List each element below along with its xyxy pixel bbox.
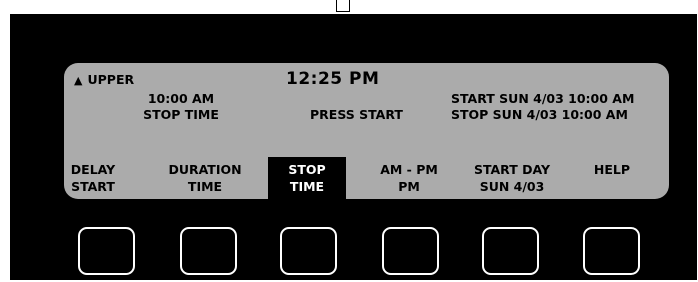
start-schedule: START SUN 4/03 10:00 AM: [451, 91, 635, 106]
clock-display: 12:25 PM: [286, 69, 380, 89]
control-panel: ▲ UPPER 12:25 PM 10:00 AM STOP TIME PRESS…: [10, 14, 697, 280]
softkey-help[interactable]: HELP: [572, 157, 652, 199]
softkey-label-line2: TIME: [289, 179, 325, 194]
softkey-label-line1: DELAY: [70, 162, 116, 177]
softkey-label-line1: START DAY: [473, 162, 551, 177]
zone-label: UPPER: [87, 72, 135, 87]
softkey-label-line2: PM: [398, 179, 420, 194]
hardware-button-4[interactable]: [382, 227, 439, 275]
softkey-am-pm[interactable]: AM - PM PM: [364, 157, 454, 199]
prompt-text: PRESS START: [310, 107, 403, 122]
top-marker: [336, 0, 350, 12]
hardware-button-1[interactable]: [78, 227, 135, 275]
softkey-stop-time[interactable]: STOP TIME: [268, 157, 346, 199]
triangle-up-icon: ▲: [74, 74, 83, 87]
hardware-button-2[interactable]: [180, 227, 237, 275]
hardware-button-6[interactable]: [583, 227, 640, 275]
hardware-button-5[interactable]: [482, 227, 539, 275]
zone-indicator: ▲ UPPER: [74, 72, 134, 88]
softkey-label-line1: STOP: [288, 162, 326, 177]
softkey-label-line2: SUN 4/03: [479, 179, 545, 194]
softkey-duration-time[interactable]: DURATION TIME: [160, 157, 250, 199]
softkey-label-line2: TIME: [187, 179, 223, 194]
softkey-start-day[interactable]: START DAY SUN 4/03: [462, 157, 562, 199]
time-value: 10:00 AM: [147, 91, 215, 106]
lcd-display: ▲ UPPER 12:25 PM 10:00 AM STOP TIME PRESS…: [64, 63, 669, 199]
time-label: STOP TIME: [143, 107, 219, 122]
softkey-label-line2: HELP: [593, 162, 631, 177]
hardware-button-3[interactable]: [280, 227, 337, 275]
softkey-label-line1: AM - PM: [380, 162, 438, 177]
stop-schedule: STOP SUN 4/03 10:00 AM: [451, 107, 628, 122]
softkey-label-line2: START: [71, 179, 115, 194]
softkey-label-line1: DURATION: [168, 162, 242, 177]
softkey-delay-start[interactable]: DELAY START: [64, 157, 122, 199]
